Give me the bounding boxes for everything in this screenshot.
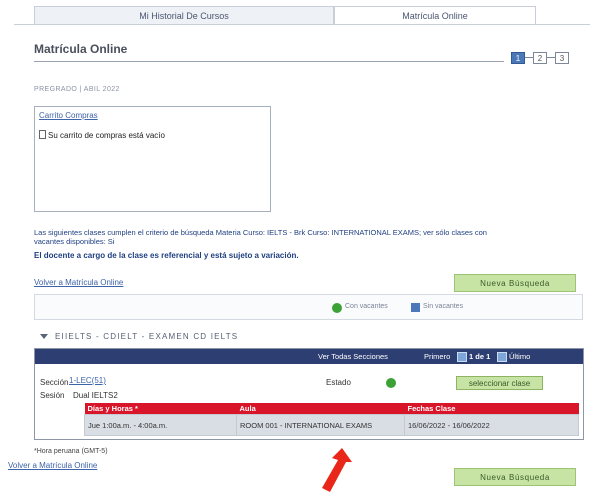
view-all-sections-link[interactable]: Ver Todas Secciones	[318, 352, 388, 361]
cell-room: ROOM 001 - INTERNATIONAL EXAMS	[236, 414, 405, 436]
cell-class-dates: 16/06/2022 - 16/06/2022	[404, 414, 579, 436]
tab-historial[interactable]: Mi Historial De Cursos	[34, 6, 334, 24]
cell-days-hours: Jue 1:00a.m. - 4:00a.m.	[84, 414, 237, 436]
timezone-footnote: *Hora peruana (GMT-5)	[34, 448, 108, 455]
schedule-table: Días y Horas * Aula Fechas Clase Jue 1:0…	[84, 403, 579, 436]
new-search-button-top[interactable]: Nueva Búsqueda	[454, 274, 576, 292]
section-panel: Ver Todas Secciones Primero 1 de 1 Últim…	[34, 348, 584, 440]
section-link[interactable]: 1-LEC(51)	[69, 376, 106, 385]
session-value: Dual IELTS2	[73, 391, 118, 400]
search-criteria-text: Las siguientes clases cumplen el criteri…	[34, 228, 487, 246]
open-class-icon	[332, 303, 342, 313]
back-to-enrollment-link-top[interactable]: Volver a Matrícula Online	[34, 278, 123, 287]
open-class-label: Con vacantes	[345, 303, 388, 310]
step-3: 3	[555, 52, 569, 64]
prev-arrow-icon[interactable]	[457, 352, 467, 363]
table-row: Jue 1:00a.m. - 4:00a.m. ROOM 001 - INTER…	[84, 414, 579, 436]
header-room: Aula	[236, 403, 405, 415]
term-label: PREGRADO | ABIL 2022	[34, 86, 120, 93]
cart-empty-text: Su carrito de compras está vacío	[48, 131, 165, 140]
tab-matricula-label: Matrícula Online	[402, 10, 468, 21]
step-connector	[525, 57, 533, 58]
select-class-button[interactable]: seleccionar clase	[456, 376, 543, 390]
course-title: EIIELTS - CDIELT - EXAMEN CD IELTS	[55, 332, 239, 341]
cart-empty-message: Su carrito de compras está vacío	[39, 130, 165, 140]
tab-divider	[14, 24, 590, 25]
session-label: Sesión	[40, 391, 65, 400]
first-link[interactable]: Primero	[424, 352, 450, 361]
closed-class-label: Sin vacantes	[423, 303, 464, 310]
teacher-disclaimer: El docente a cargo de la clase es refere…	[34, 251, 299, 260]
page-title: Matrícula Online	[34, 42, 128, 56]
step-1: 1	[511, 52, 525, 64]
collapse-triangle-icon[interactable]	[40, 334, 48, 339]
shopping-cart-panel: Carrito Compras Su carrito de compras es…	[34, 106, 271, 212]
step-connector	[547, 57, 555, 58]
section-nav-bar: Ver Todas Secciones Primero 1 de 1 Últim…	[35, 349, 583, 364]
section-label: Sección	[40, 378, 69, 387]
closed-class-icon	[411, 303, 420, 312]
next-arrow-icon[interactable]	[497, 352, 507, 363]
step-2: 2	[533, 52, 547, 64]
last-link[interactable]: Último	[509, 352, 530, 361]
tab-matricula-online[interactable]: Matrícula Online	[334, 6, 536, 24]
title-divider	[34, 61, 504, 62]
new-search-button-bottom[interactable]: Nueva Búsqueda	[454, 468, 576, 486]
status-open-icon	[386, 378, 396, 388]
availability-legend: Con vacantes Sin vacantes	[34, 294, 583, 320]
tab-historial-label: Mi Historial De Cursos	[139, 10, 229, 21]
header-class-dates: Fechas Clase	[404, 403, 579, 415]
cart-icon	[39, 130, 46, 139]
header-days-hours: Días y Horas *	[84, 403, 237, 415]
status-label: Estado	[326, 378, 351, 387]
back-to-enrollment-link-bottom[interactable]: Volver a Matrícula Online	[8, 461, 97, 470]
red-arrow-icon	[322, 448, 352, 492]
cart-title-link[interactable]: Carrito Compras	[39, 111, 98, 120]
page-indicator: 1 de 1	[469, 352, 491, 361]
